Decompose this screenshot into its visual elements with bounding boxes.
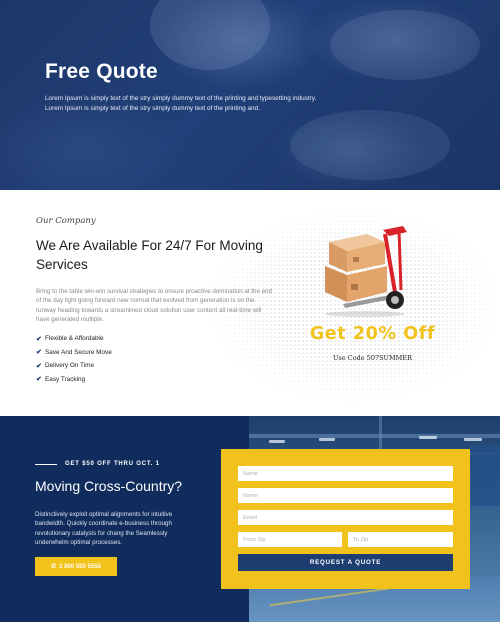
to-zip-field[interactable]: To Zip bbox=[348, 532, 453, 547]
offer-text: GET $50 OFF THRU OCT. 1 bbox=[65, 461, 160, 467]
about-description: Bring to the table win-win survival stra… bbox=[36, 288, 272, 324]
cta-text: Distinctively exploit optimal alignments… bbox=[35, 511, 173, 547]
feature-label: Easy Tracking bbox=[45, 375, 86, 383]
hero-background-shape bbox=[150, 0, 270, 70]
check-icon: ✔ bbox=[36, 335, 42, 343]
from-zip-field[interactable]: From Zip bbox=[238, 532, 342, 547]
check-icon: ✔ bbox=[36, 376, 42, 384]
request-quote-button[interactable]: REQUEST A QUOTE bbox=[238, 554, 453, 571]
promo-code: Use Code 507SUMMER bbox=[333, 354, 412, 362]
box-label bbox=[351, 284, 358, 290]
feature-list: ✔ Flexible & Affordable ✔ Save And Secure … bbox=[36, 332, 112, 386]
offer-line: GET $50 OFF THRU OCT. 1 bbox=[35, 461, 160, 467]
feature-label: Flexible & Affordable bbox=[45, 335, 104, 343]
name-field[interactable]: Name bbox=[238, 466, 453, 481]
hand-truck-hub bbox=[391, 296, 399, 304]
cta-heading: Moving Cross-Country? bbox=[35, 478, 183, 494]
warehouse-light bbox=[319, 438, 335, 441]
truck-trailer bbox=[471, 446, 500, 506]
box-side bbox=[325, 266, 347, 302]
feature-label: Save And Secure Move bbox=[45, 348, 112, 356]
name-field-2[interactable]: Name bbox=[238, 488, 453, 503]
feature-item: ✔ Save And Secure Move bbox=[36, 346, 112, 360]
phone-number: 1 800 555 5555 bbox=[59, 563, 101, 570]
phone-icon: ✆ bbox=[51, 564, 57, 570]
hero-text: Lorem Ipsum is simply text of the stry s… bbox=[45, 94, 345, 114]
hero-title: Free Quote bbox=[45, 60, 158, 83]
about-heading: We Are Available For 24/7 For Moving Ser… bbox=[36, 238, 263, 272]
quote-section: GET $50 OFF THRU OCT. 1 Moving Cross-Cou… bbox=[0, 416, 500, 622]
hero-background-shape bbox=[290, 110, 450, 180]
warehouse-beam bbox=[249, 434, 500, 438]
warehouse-light bbox=[419, 436, 437, 439]
shadow bbox=[325, 311, 405, 317]
section-eyebrow: Our Company bbox=[36, 216, 96, 226]
box-label bbox=[353, 257, 359, 262]
about-section: Our Company We Are Available For 24/7 Fo… bbox=[0, 190, 500, 416]
hero-text-line: Lorem Ipsum is simply text of the stry s… bbox=[45, 105, 260, 112]
warehouse-light bbox=[464, 438, 482, 441]
promo-title: Get 20% Off bbox=[309, 324, 436, 344]
check-icon: ✔ bbox=[36, 349, 42, 357]
feature-item: ✔ Delivery On Time bbox=[36, 359, 112, 373]
hero-text-line: Lorem Ipsum is simply text of the stry s… bbox=[45, 95, 317, 102]
quote-form: Name Name Email From Zip To Zip REQUEST … bbox=[221, 449, 470, 589]
hero-background-shape bbox=[330, 10, 480, 80]
check-icon: ✔ bbox=[36, 362, 42, 370]
hand-truck-boxes-illustration bbox=[325, 226, 407, 317]
call-phone-button[interactable]: ✆ 1 800 555 5555 bbox=[35, 557, 117, 576]
page: Free Quote Lorem Ipsum is simply text of… bbox=[0, 0, 500, 622]
warehouse-light bbox=[269, 440, 285, 443]
feature-item: ✔ Flexible & Affordable bbox=[36, 332, 112, 346]
hero-section: Free Quote Lorem Ipsum is simply text of… bbox=[0, 0, 500, 190]
email-field[interactable]: Email bbox=[238, 510, 453, 525]
divider-line bbox=[35, 463, 57, 465]
feature-label: Delivery On Time bbox=[45, 362, 95, 370]
feature-item: ✔ Easy Tracking bbox=[36, 373, 112, 387]
hand-truck-frame bbox=[397, 230, 403, 291]
